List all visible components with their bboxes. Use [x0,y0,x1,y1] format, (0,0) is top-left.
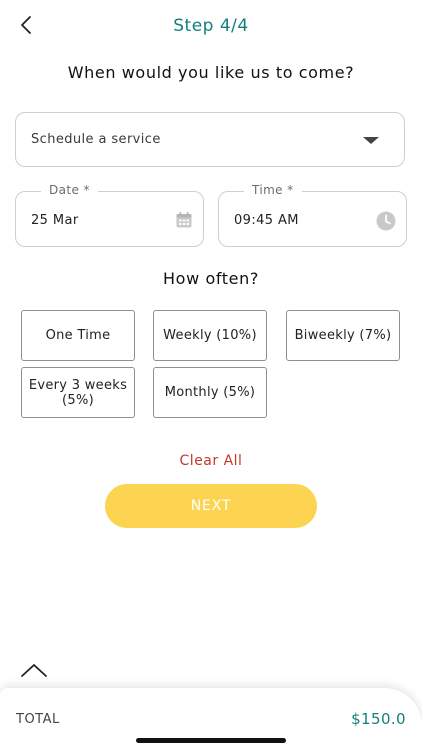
total-value: $150.0 [351,710,406,728]
schedule-question: When would you like us to come? [67,63,355,82]
frequency-option-one-time[interactable]: One Time [21,310,135,361]
frequency-option-weekly[interactable]: Weekly (10%) [153,310,267,361]
home-indicator [136,738,286,743]
time-value: 09:45 AM [234,213,299,228]
service-select[interactable]: Schedule a service [15,112,405,167]
clock-icon[interactable] [376,211,396,235]
date-field[interactable]: Date * 25 Mar [15,183,204,247]
date-value: 25 Mar [31,213,79,228]
chevron-up-icon [21,664,47,677]
time-label: Time * [244,183,302,197]
frequency-title: How often? [163,269,259,288]
next-button[interactable]: NEXT [105,484,317,528]
total-label: TOTAL [16,712,60,727]
frequency-option-monthly[interactable]: Monthly (5%) [153,367,267,418]
step-indicator: Step 4/4 [173,16,249,36]
frequency-option-every-3-weeks[interactable]: Every 3 weeks (5%) [21,367,135,418]
date-label: Date * [41,183,98,197]
expand-summary-button[interactable] [20,660,48,680]
frequency-option-biweekly[interactable]: Biweekly (7%) [286,310,400,361]
service-select-value: Schedule a service [31,132,161,147]
clear-all-button[interactable]: Clear All [0,453,422,469]
calendar-icon[interactable] [175,211,193,233]
caret-down-icon [363,137,379,144]
time-field[interactable]: Time * 09:45 AM [218,183,407,247]
